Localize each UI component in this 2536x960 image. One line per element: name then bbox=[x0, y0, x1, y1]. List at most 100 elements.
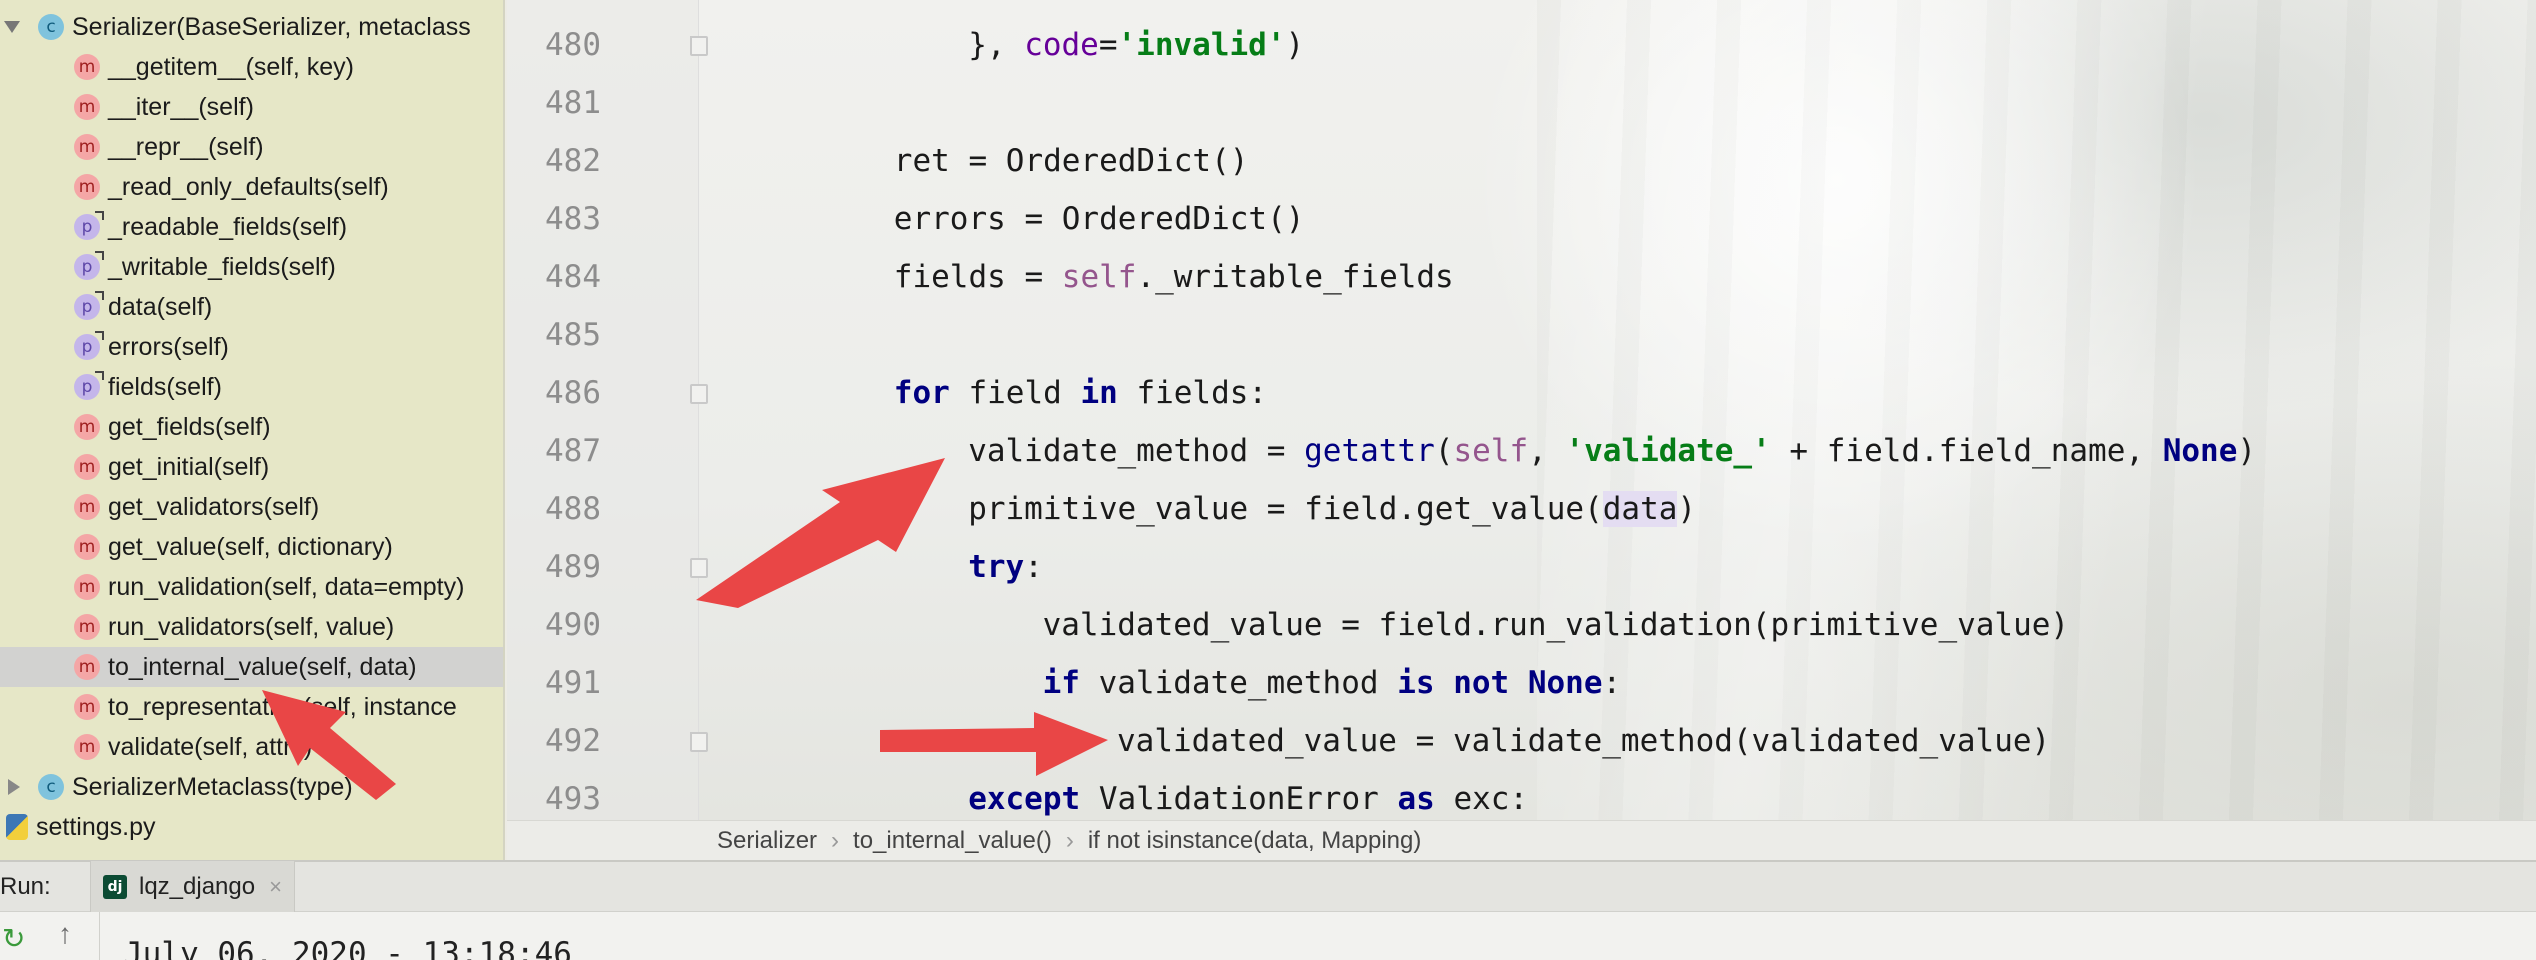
code-token: 'validate_' bbox=[1565, 433, 1771, 469]
run-tab-lqz-django[interactable]: dj lqz_django × bbox=[90, 860, 295, 913]
tree-item-method[interactable]: m to_representation(self, instance bbox=[0, 687, 503, 727]
code-line[interactable]: 483 errors = OrderedDict() bbox=[507, 190, 2536, 248]
tree-item-label: __repr__(self) bbox=[108, 132, 264, 161]
code-token: field bbox=[949, 375, 1081, 411]
tree-item-property[interactable]: p errors(self) bbox=[0, 327, 503, 367]
method-icon: m bbox=[74, 414, 100, 440]
code-line[interactable]: 480}, code='invalid') bbox=[507, 16, 2536, 74]
code-text: validated_value = field.run_validation(p… bbox=[1043, 596, 2070, 654]
code-text: }, code='invalid') bbox=[968, 16, 1304, 74]
tree-item-method[interactable]: m __getitem__(self, key) bbox=[0, 47, 503, 87]
line-number: 492 bbox=[545, 723, 601, 759]
breadcrumb-item-statement[interactable]: if not isinstance(data, Mapping) bbox=[1088, 827, 1422, 855]
code-token: self bbox=[1061, 259, 1137, 295]
code-editor[interactable]: 480}, code='invalid') 481 482 ret = Ordered… bbox=[507, 0, 2536, 820]
collapsed-arrow-icon[interactable] bbox=[8, 779, 20, 795]
tree-item-label: __iter__(self) bbox=[108, 92, 254, 121]
code-line[interactable]: 490 validated_value = field.run_validatio… bbox=[507, 596, 2536, 654]
property-icon: p bbox=[74, 251, 104, 280]
expanded-arrow-icon[interactable] bbox=[4, 21, 20, 33]
code-token: getattr bbox=[1304, 433, 1435, 469]
line-number: 482 bbox=[545, 143, 601, 179]
breadcrumb-item-method[interactable]: to_internal_value() bbox=[853, 827, 1052, 855]
tree-item-method[interactable]: m to_internal_value(self, data) bbox=[0, 647, 503, 687]
method-icon: m bbox=[74, 494, 100, 520]
code-token: for bbox=[893, 375, 950, 411]
line-number: 491 bbox=[545, 665, 601, 701]
tree-item-file[interactable]: settings.py bbox=[0, 807, 503, 847]
code-token: try bbox=[968, 549, 1025, 585]
tree-item-property[interactable]: p _writable_fields(self) bbox=[0, 247, 503, 287]
code-token: }, bbox=[968, 27, 1025, 63]
code-line[interactable]: 487 validate_method = getattr(self, 'vali… bbox=[507, 422, 2536, 480]
tree-item-property[interactable]: p _readable_fields(self) bbox=[0, 207, 503, 247]
fold-marker-icon[interactable] bbox=[690, 558, 708, 578]
class-icon: c bbox=[38, 14, 64, 40]
code-token: 'invalid' bbox=[1117, 27, 1286, 63]
method-icon: m bbox=[74, 134, 100, 160]
django-icon: dj bbox=[103, 874, 127, 899]
tree-item-method[interactable]: m get_initial(self) bbox=[0, 447, 503, 487]
tree-item-method[interactable]: m get_value(self, dictionary) bbox=[0, 527, 503, 567]
rerun-icon[interactable]: ↻ bbox=[2, 922, 25, 955]
code-token: , bbox=[1528, 433, 1566, 469]
close-icon[interactable]: × bbox=[269, 874, 282, 900]
method-icon: m bbox=[74, 174, 100, 200]
tree-item-method[interactable]: m validate(self, attrs) bbox=[0, 727, 503, 767]
code-line[interactable]: 485 bbox=[507, 306, 2536, 364]
breadcrumb: Serializer › to_internal_value() › if no… bbox=[507, 820, 2536, 860]
method-icon: m bbox=[74, 54, 100, 80]
code-line[interactable]: 491 if validate_method is not None: bbox=[507, 654, 2536, 712]
scroll-up-icon[interactable]: ↑ bbox=[58, 918, 72, 950]
code-line[interactable]: 488 primitive_value = field.get_value(dat… bbox=[507, 480, 2536, 538]
code-line[interactable]: 493 except ValidationError as exc: bbox=[507, 770, 2536, 820]
tree-item-class[interactable]: c SerializerMetaclass(type) bbox=[0, 767, 503, 807]
code-token: ( bbox=[1434, 433, 1454, 469]
code-text: validate_method = getattr(self, 'validat… bbox=[968, 422, 2256, 480]
python-file-icon bbox=[6, 814, 28, 840]
tree-item-method[interactable]: m get_validators(self) bbox=[0, 487, 503, 527]
code-token: ) bbox=[1285, 27, 1305, 63]
tree-item-property[interactable]: p data(self) bbox=[0, 287, 503, 327]
line-number: 493 bbox=[545, 781, 601, 817]
structure-panel: c Serializer(BaseSerializer, metaclass m __… bbox=[0, 0, 505, 860]
fold-marker-icon[interactable] bbox=[690, 36, 708, 56]
code-line[interactable]: 486 for field in fields: bbox=[507, 364, 2536, 422]
line-number: 490 bbox=[545, 607, 601, 643]
code-line[interactable]: 481 bbox=[507, 74, 2536, 132]
tree-item-method[interactable]: m _read_only_defaults(self) bbox=[0, 167, 503, 207]
tree-item-class[interactable]: c Serializer(BaseSerializer, metaclass bbox=[0, 7, 503, 47]
code-token: self bbox=[1453, 433, 1529, 469]
code-line[interactable]: 482 ret = OrderedDict() bbox=[507, 132, 2536, 190]
breadcrumb-item-class[interactable]: Serializer bbox=[717, 827, 817, 855]
tree-item-method[interactable]: m run_validation(self, data=empty) bbox=[0, 567, 503, 607]
tree-item-label: fields(self) bbox=[108, 372, 222, 401]
code-text: primitive_value = field.get_value(data) bbox=[968, 480, 1696, 538]
property-icon: p bbox=[74, 331, 104, 360]
code-text: ret = OrderedDict() bbox=[894, 132, 1249, 190]
fold-marker-icon[interactable] bbox=[690, 384, 708, 404]
code-line[interactable]: 492 validated_value = validate_method(val… bbox=[507, 712, 2536, 770]
method-icon: m bbox=[74, 614, 100, 640]
tree-item-label: to_representation(self, instance bbox=[108, 692, 457, 721]
fold-marker-icon[interactable] bbox=[690, 732, 708, 752]
run-toolbar: Run: dj lqz_django × bbox=[0, 860, 2536, 913]
ide-window: c Serializer(BaseSerializer, metaclass m __… bbox=[0, 0, 2536, 960]
tree-item-method[interactable]: m __repr__(self) bbox=[0, 127, 503, 167]
tree-item-method[interactable]: m get_fields(self) bbox=[0, 407, 503, 447]
code-line[interactable]: 489 try: bbox=[507, 538, 2536, 596]
code-token: ret = OrderedDict() bbox=[893, 143, 1249, 179]
tree-item-label: get_initial(self) bbox=[108, 452, 270, 481]
method-icon: m bbox=[74, 454, 100, 480]
code-line[interactable]: 484 fields = self._writable_fields bbox=[507, 248, 2536, 306]
line-number: 488 bbox=[545, 491, 601, 527]
code-token: ValidationError bbox=[1080, 781, 1398, 817]
code-text: if validate_method is not None: bbox=[1043, 654, 1622, 712]
code-text: fields = self._writable_fields bbox=[894, 248, 1454, 306]
tree-item-property[interactable]: p fields(self) bbox=[0, 367, 503, 407]
tree-item-method[interactable]: m run_validators(self, value) bbox=[0, 607, 503, 647]
tree-item-method[interactable]: m __iter__(self) bbox=[0, 87, 503, 127]
run-console[interactable]: ↻ ↑ July 06, 2020 - 13:18:46 bbox=[0, 912, 2536, 960]
tree-item-label: get_validators(self) bbox=[108, 492, 320, 521]
tree-item-label: _read_only_defaults(self) bbox=[108, 172, 389, 201]
